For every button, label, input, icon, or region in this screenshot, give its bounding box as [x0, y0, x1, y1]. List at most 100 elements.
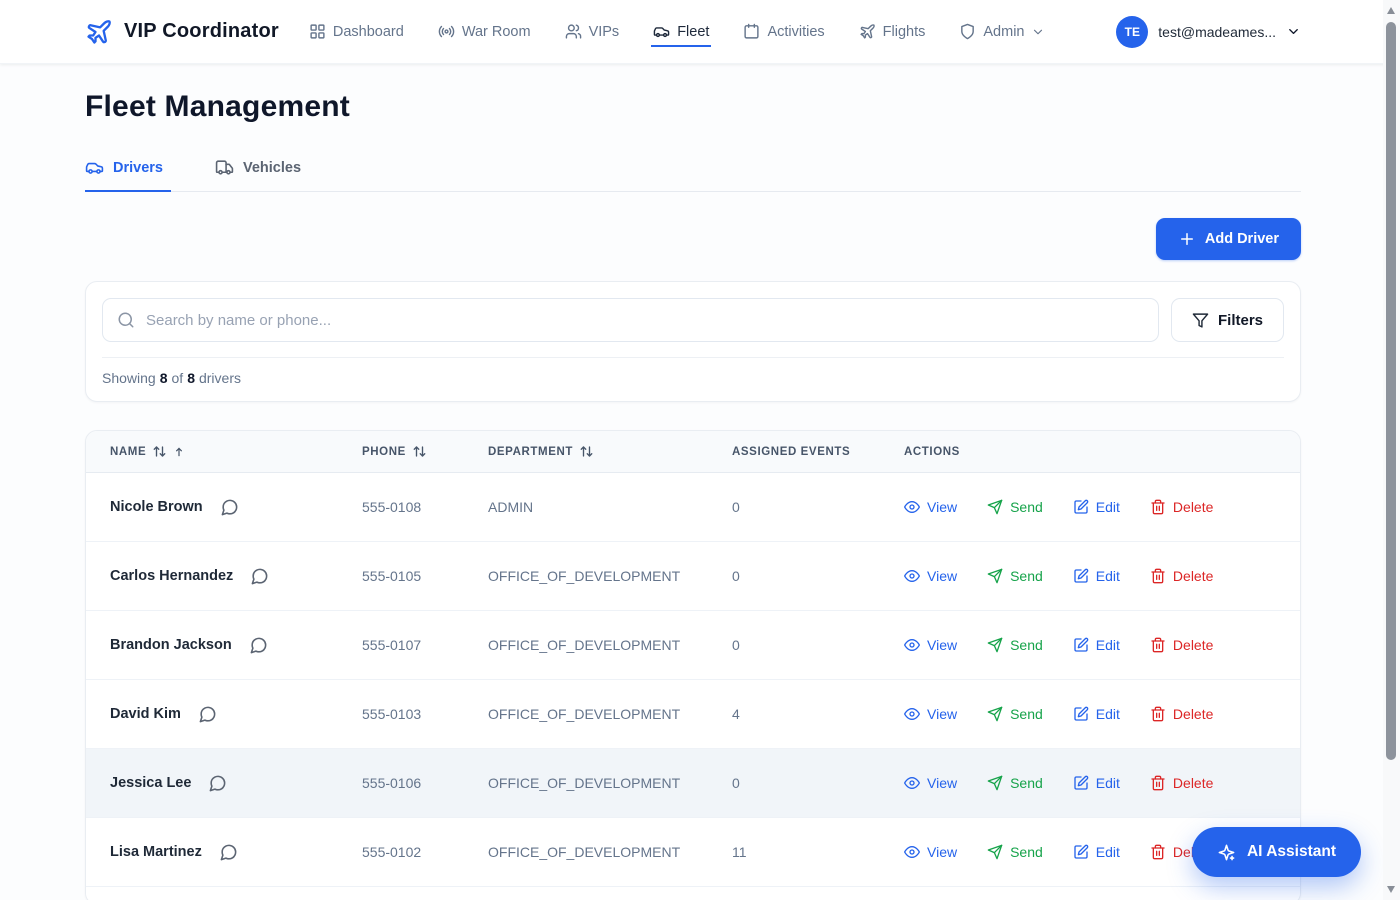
search-card: Filters Showing 8 of 8 drivers [85, 281, 1301, 402]
driver-phone: 555-0103 [362, 706, 488, 722]
edit-button[interactable]: Edit [1073, 499, 1120, 515]
scrollbar-thumb[interactable] [1386, 22, 1396, 760]
main-content: Fleet Management Drivers Vehicles Add Dr… [85, 90, 1301, 900]
driver-name: Carlos Hernandez [110, 568, 233, 584]
driver-phone: 555-0105 [362, 568, 488, 584]
chat-bubble-icon[interactable] [196, 703, 219, 726]
trash-icon [1150, 844, 1166, 860]
nav-item-vips[interactable]: VIPs [563, 16, 622, 47]
send-button[interactable]: Send [987, 844, 1043, 860]
ai-assistant-button[interactable]: AI Assistant [1192, 827, 1361, 877]
chat-bubble-icon[interactable] [218, 496, 241, 519]
assigned-events-count: 0 [732, 499, 904, 515]
edit-button[interactable]: Edit [1073, 706, 1120, 722]
header-actions: ACTIONS [904, 446, 1300, 458]
chat-bubble-icon[interactable] [217, 841, 240, 864]
nav-item-dashboard[interactable]: Dashboard [307, 16, 406, 47]
edit-button[interactable]: Edit [1073, 844, 1120, 860]
brand-name: VIP Coordinator [124, 20, 279, 43]
sort-icon [579, 444, 594, 459]
delete-button[interactable]: Delete [1150, 499, 1213, 515]
sort-ascending-icon [173, 446, 185, 458]
driver-name: Nicole Brown [110, 499, 203, 515]
nav-item-activities[interactable]: Activities [741, 16, 826, 47]
driver-name: David Kim [110, 706, 181, 722]
header-name[interactable]: NAME [86, 444, 362, 459]
filters-button[interactable]: Filters [1171, 298, 1284, 342]
header-assigned-events: ASSIGNED EVENTS [732, 446, 904, 458]
edit-button[interactable]: Edit [1073, 637, 1120, 653]
navbar: VIP Coordinator Dashboard War Room VIPs … [0, 0, 1400, 64]
search-input[interactable] [146, 312, 1144, 329]
nav-item-admin[interactable]: Admin [957, 16, 1047, 47]
send-button[interactable]: Send [987, 775, 1043, 791]
pencil-square-icon [1073, 775, 1089, 791]
drivers-table: NAME PHONE DEPARTMENT ASSIGNED EVENTS AC… [85, 430, 1301, 900]
chevron-down-icon [1286, 24, 1301, 39]
trash-icon [1150, 568, 1166, 584]
view-button[interactable]: View [904, 637, 957, 653]
view-button[interactable]: View [904, 568, 957, 584]
driver-department: ADMIN [488, 499, 732, 515]
results-count: Showing 8 of 8 drivers [102, 357, 1284, 401]
nav-item-fleet[interactable]: Fleet [651, 16, 711, 47]
tab-bar: Drivers Vehicles [85, 156, 1301, 192]
send-button[interactable]: Send [987, 706, 1043, 722]
send-button[interactable]: Send [987, 499, 1043, 515]
delete-button[interactable]: Delete [1150, 775, 1213, 791]
header-phone[interactable]: PHONE [362, 444, 488, 459]
assigned-events-count: 0 [732, 775, 904, 791]
driver-name: Brandon Jackson [110, 637, 232, 653]
table-row: Nicole Brown 555-0108 ADMIN 0 View Send … [86, 473, 1300, 542]
pencil-square-icon [1073, 706, 1089, 722]
view-button[interactable]: View [904, 706, 957, 722]
eye-icon [904, 568, 920, 584]
eye-icon [904, 499, 920, 515]
sort-icon [152, 444, 167, 459]
eye-icon [904, 637, 920, 653]
search-input-wrap [102, 298, 1159, 342]
trash-icon [1150, 637, 1166, 653]
tab-drivers[interactable]: Drivers [85, 156, 171, 192]
add-driver-button[interactable]: Add Driver [1156, 218, 1301, 260]
delete-button[interactable]: Delete [1150, 637, 1213, 653]
driver-department: OFFICE_OF_DEVELOPMENT [488, 775, 732, 791]
send-button[interactable]: Send [987, 637, 1043, 653]
brand-logo[interactable]: VIP Coordinator [85, 18, 279, 46]
chat-bubble-icon[interactable] [206, 772, 229, 795]
partial-next-row [86, 887, 1300, 900]
users-icon [565, 23, 582, 40]
pencil-square-icon [1073, 499, 1089, 515]
header-department[interactable]: DEPARTMENT [488, 444, 732, 459]
tab-vehicles[interactable]: Vehicles [215, 156, 309, 192]
nav-item-war-room[interactable]: War Room [436, 16, 533, 47]
table-body: Nicole Brown 555-0108 ADMIN 0 View Send … [86, 473, 1300, 887]
user-menu[interactable]: TE test@madeames... [1116, 16, 1301, 48]
eye-icon [904, 844, 920, 860]
driver-department: OFFICE_OF_DEVELOPMENT [488, 706, 732, 722]
avatar: TE [1116, 16, 1148, 48]
paper-plane-icon [987, 844, 1003, 860]
view-button[interactable]: View [904, 499, 957, 515]
main-nav: Dashboard War Room VIPs Fleet Activities… [307, 16, 1048, 47]
view-button[interactable]: View [904, 775, 957, 791]
scroll-down-arrow[interactable] [1387, 886, 1395, 893]
plane-logo-icon [85, 18, 113, 46]
view-button[interactable]: View [904, 844, 957, 860]
table-row: David Kim 555-0103 OFFICE_OF_DEVELOPMENT… [86, 680, 1300, 749]
nav-item-flights[interactable]: Flights [857, 16, 928, 47]
chat-bubble-icon[interactable] [247, 634, 270, 657]
scroll-up-arrow[interactable] [1387, 7, 1395, 14]
table-header: NAME PHONE DEPARTMENT ASSIGNED EVENTS AC… [86, 431, 1300, 473]
pencil-square-icon [1073, 844, 1089, 860]
driver-phone: 555-0106 [362, 775, 488, 791]
edit-button[interactable]: Edit [1073, 568, 1120, 584]
delete-button[interactable]: Delete [1150, 568, 1213, 584]
edit-button[interactable]: Edit [1073, 775, 1120, 791]
send-button[interactable]: Send [987, 568, 1043, 584]
trash-icon [1150, 706, 1166, 722]
paper-plane-icon [987, 706, 1003, 722]
delete-button[interactable]: Delete [1150, 706, 1213, 722]
chevron-down-icon [1031, 25, 1045, 39]
chat-bubble-icon[interactable] [248, 565, 271, 588]
